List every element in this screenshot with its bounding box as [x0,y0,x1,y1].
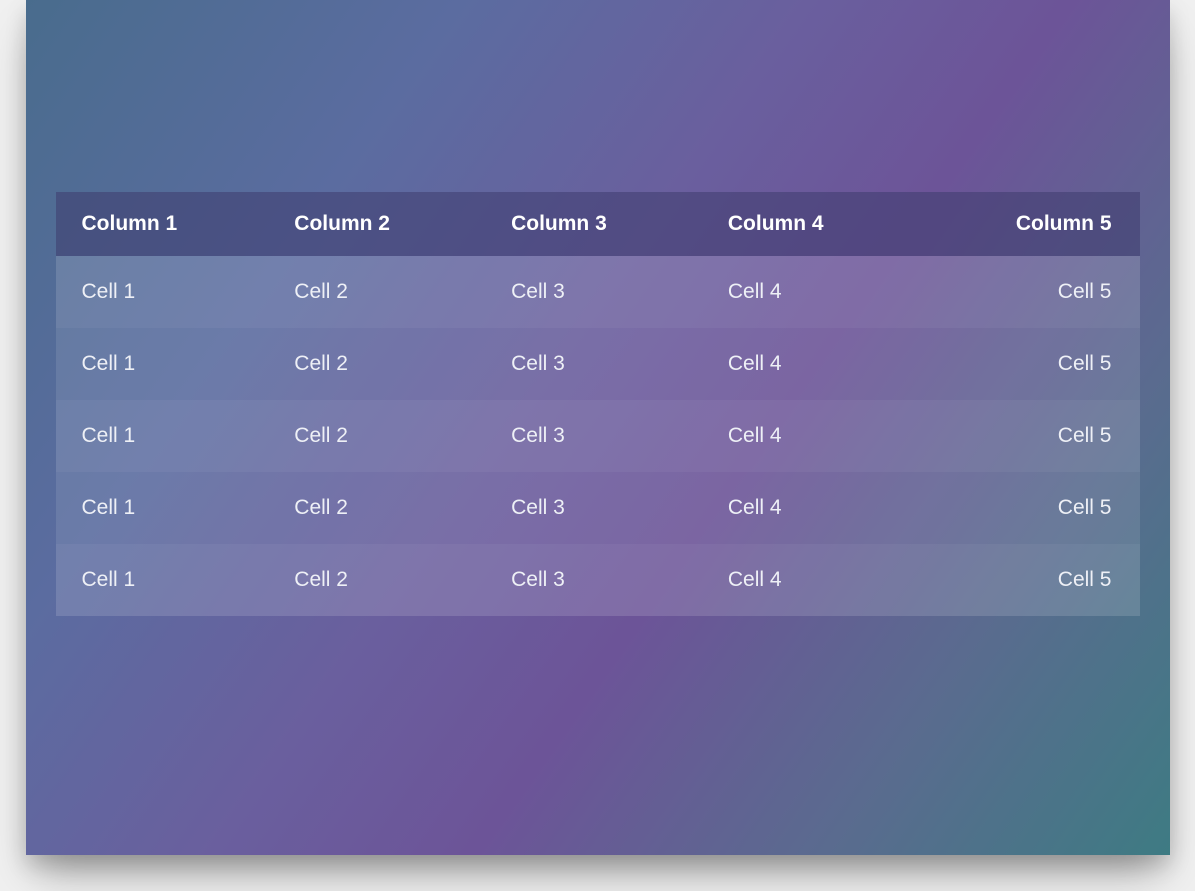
table-cell: Cell 2 [272,544,489,616]
table-header-cell: Column 2 [272,192,489,256]
table-cell: Cell 3 [489,256,706,328]
table-header-cell: Column 3 [489,192,706,256]
table-cell: Cell 2 [272,472,489,544]
table-row: Cell 1 Cell 2 Cell 3 Cell 4 Cell 5 [56,472,1140,544]
table-row: Cell 1 Cell 2 Cell 3 Cell 4 Cell 5 [56,544,1140,616]
table-container: Column 1 Column 2 Column 3 Column 4 Colu… [56,192,1140,616]
table-cell: Cell 3 [489,544,706,616]
table-row: Cell 1 Cell 2 Cell 3 Cell 4 Cell 5 [56,256,1140,328]
table-cell: Cell 4 [706,256,923,328]
table-cell: Cell 5 [923,328,1140,400]
table-cell: Cell 5 [923,256,1140,328]
table-cell: Cell 4 [706,544,923,616]
table-cell: Cell 1 [56,256,273,328]
data-table: Column 1 Column 2 Column 3 Column 4 Colu… [56,192,1140,616]
table-cell: Cell 4 [706,328,923,400]
table-cell: Cell 1 [56,328,273,400]
table-cell: Cell 4 [706,400,923,472]
table-cell: Cell 2 [272,328,489,400]
table-row: Cell 1 Cell 2 Cell 3 Cell 4 Cell 5 [56,328,1140,400]
table-header-cell: Column 4 [706,192,923,256]
table-header-cell: Column 5 [923,192,1140,256]
table-cell: Cell 2 [272,256,489,328]
table-cell: Cell 5 [923,400,1140,472]
table-cell: Cell 1 [56,400,273,472]
table-header-cell: Column 1 [56,192,273,256]
table-cell: Cell 5 [923,472,1140,544]
table-row: Cell 1 Cell 2 Cell 3 Cell 4 Cell 5 [56,400,1140,472]
gradient-panel: Column 1 Column 2 Column 3 Column 4 Colu… [26,0,1170,855]
table-cell: Cell 4 [706,472,923,544]
table-cell: Cell 3 [489,472,706,544]
table-cell: Cell 1 [56,544,273,616]
table-cell: Cell 1 [56,472,273,544]
table-cell: Cell 3 [489,328,706,400]
table-cell: Cell 5 [923,544,1140,616]
table-cell: Cell 2 [272,400,489,472]
table-cell: Cell 3 [489,400,706,472]
table-header-row: Column 1 Column 2 Column 3 Column 4 Colu… [56,192,1140,256]
